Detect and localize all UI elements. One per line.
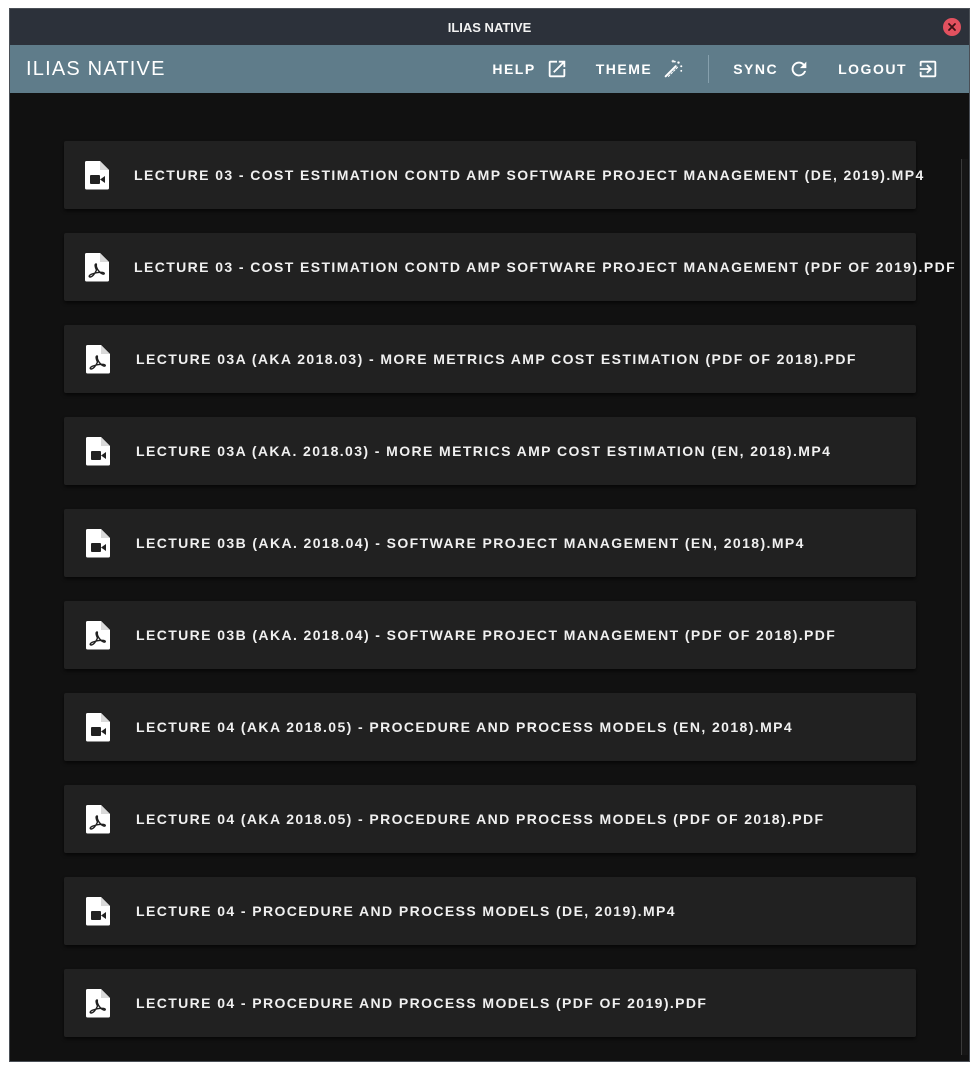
file-name: LECTURE 04 (AKA 2018.05) - PROCEDURE AND… [136,811,825,827]
file-list-item[interactable]: LECTURE 03B (AKA. 2018.04) - SOFTWARE PR… [64,601,916,669]
file-name: LECTURE 03B (AKA. 2018.04) - SOFTWARE PR… [136,535,805,551]
sync-button[interactable]: SYNC [719,45,824,93]
external-link-icon [548,60,565,78]
help-button[interactable]: HELP [478,45,581,93]
video-file-icon [84,712,112,742]
scrollbar[interactable] [961,159,968,1055]
file-name: LECTURE 03 - COST ESTIMATION CONTD AMP S… [134,167,925,183]
pdf-file-icon [84,988,112,1018]
file-list-item[interactable]: LECTURE 04 - PROCEDURE AND PROCESS MODEL… [64,969,916,1037]
file-list-item[interactable]: LECTURE 03A (AKA 2018.03) - MORE METRICS… [64,325,916,393]
close-window-button[interactable] [943,18,961,36]
sync-label: SYNC [733,61,779,77]
file-name: LECTURE 04 (AKA 2018.05) - PROCEDURE AND… [136,719,794,735]
file-list-item[interactable]: LECTURE 03 - COST ESTIMATION CONTD AMP S… [64,233,955,301]
file-list: LECTURE 03 - COST ESTIMATION CONTD AMP S… [64,141,955,1061]
sync-icon [791,61,807,77]
app-title: ILIAS NATIVE [26,57,166,80]
file-name: LECTURE 04 - PROCEDURE AND PROCESS MODEL… [136,995,708,1011]
file-name: LECTURE 03 - COST ESTIMATION CONTD AMP S… [134,259,957,275]
main-content: LECTURE 03 - COST ESTIMATION CONTD AMP S… [10,93,969,1061]
window-title: ILIAS NATIVE [447,19,532,35]
app-window: ILIAS NATIVE ILIAS NATIVE HELP THEME SYN… [9,8,970,1062]
logout-button[interactable]: LOGOUT [824,45,953,93]
file-list-item[interactable]: LECTURE 03A (AKA. 2018.03) - MORE METRIC… [64,417,916,485]
pdf-file-icon [84,344,112,374]
pdf-file-icon [84,804,112,834]
video-file-icon [84,436,112,466]
file-name: LECTURE 03A (AKA 2018.03) - MORE METRICS… [136,351,857,367]
app-header: ILIAS NATIVE HELP THEME SYNC LOGOUT [10,45,969,93]
window-titlebar[interactable]: ILIAS NATIVE [10,9,969,45]
file-name: LECTURE 03A (AKA. 2018.03) - MORE METRIC… [136,443,832,459]
theme-button[interactable]: THEME [582,45,699,93]
file-name: LECTURE 03B (AKA. 2018.04) - SOFTWARE PR… [136,627,837,643]
pdf-file-icon [84,252,110,282]
logout-label: LOGOUT [838,61,907,77]
video-file-icon [84,896,112,926]
video-file-icon [84,528,112,558]
nav-divider [708,55,710,83]
theme-wand-icon [664,59,683,78]
pdf-file-icon [84,620,112,650]
theme-label: THEME [595,61,653,77]
video-file-icon [84,160,110,190]
file-list-item[interactable]: LECTURE 04 (AKA 2018.05) - PROCEDURE AND… [64,693,916,761]
file-list-item[interactable]: LECTURE 03B (AKA. 2018.04) - SOFTWARE PR… [64,509,916,577]
close-icon [948,23,956,31]
file-name: LECTURE 04 - PROCEDURE AND PROCESS MODEL… [136,903,676,919]
file-list-item[interactable]: LECTURE 04 - PROCEDURE AND PROCESS MODEL… [64,877,916,945]
file-list-item[interactable]: LECTURE 04 (AKA 2018.05) - PROCEDURE AND… [64,785,916,853]
logout-icon [919,60,937,78]
help-label: HELP [492,61,536,77]
file-list-item[interactable]: LECTURE 03 - COST ESTIMATION CONTD AMP S… [64,141,923,209]
